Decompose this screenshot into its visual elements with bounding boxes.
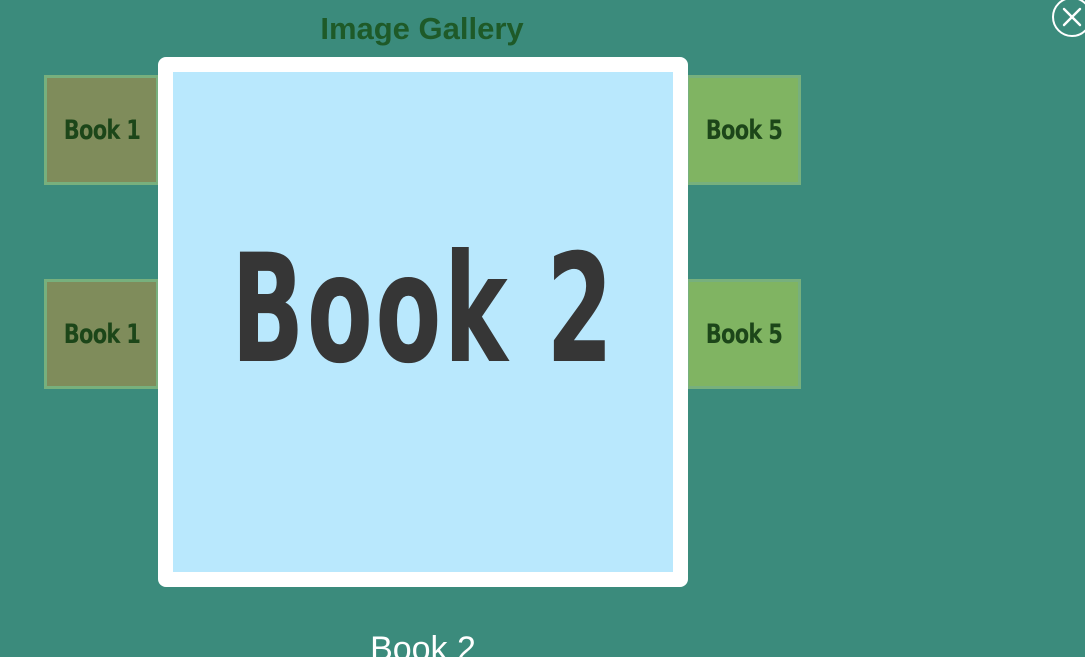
lightbox-image: Book 2 (173, 72, 673, 572)
lightbox-frame: Book 2 (158, 57, 688, 587)
thumbnail-book-5[interactable]: Book 5 (686, 75, 801, 185)
gallery-page: Image Gallery Book 1 Book 5 Book 1 Book … (0, 0, 1085, 657)
page-title: Image Gallery (320, 11, 524, 46)
thumbnail-label: Book 5 (705, 114, 782, 146)
close-icon (1062, 7, 1082, 27)
thumbnail-book-1[interactable]: Book 1 (44, 75, 159, 185)
lightbox-caption: Book 2 (370, 630, 476, 657)
close-button[interactable] (1052, 0, 1085, 37)
thumbnail-book-1[interactable]: Book 1 (44, 279, 159, 389)
thumbnail-label: Book 5 (705, 318, 782, 350)
thumbnail-book-5[interactable]: Book 5 (686, 279, 801, 389)
lightbox-image-text: Book 2 (230, 223, 616, 397)
thumbnail-label: Book 1 (63, 114, 140, 146)
thumbnail-label: Book 1 (63, 318, 140, 350)
